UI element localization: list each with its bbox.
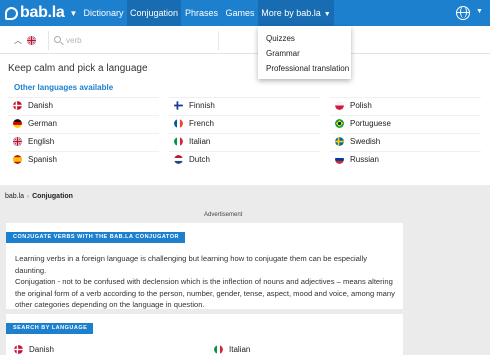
menu-item-quizzes[interactable]: Quizzes [258, 31, 351, 46]
chevron-up-icon: ︿ [14, 36, 22, 45]
description-line: Learning verbs in a foreign language is … [15, 254, 368, 275]
logo-text: bab.la [20, 4, 65, 21]
language-item-french[interactable]: French [169, 115, 320, 131]
language-label: English [28, 137, 55, 146]
nav-conjugation[interactable]: Conjugation [127, 0, 181, 26]
conjugator-info-card: CONJUGATE VERBS WITH THE BAB.LA CONJUGAT… [6, 223, 403, 309]
description-line: the original form of a verb according to… [15, 288, 395, 298]
spanish-flag-icon [13, 155, 22, 164]
language-item-dutch[interactable]: Dutch [169, 151, 320, 167]
description-line: other categories depending on the langua… [15, 300, 205, 309]
german-flag-icon [13, 119, 22, 128]
language-label: Finnish [189, 101, 215, 110]
search-bar: ︿ [0, 26, 490, 54]
russian-flag-icon [335, 155, 344, 164]
babla-logo[interactable]: bab.la ▼ [5, 4, 77, 22]
other-languages-heading: Other languages available [14, 83, 114, 92]
nav-phrases[interactable]: Phrases [181, 0, 222, 26]
nav-games[interactable]: Games [222, 0, 258, 26]
breadcrumb-home-link[interactable]: bab.la [5, 193, 24, 200]
italian-flag-icon [174, 137, 183, 146]
menu-item-grammar[interactable]: Grammar [258, 46, 351, 61]
language-item-portuguese[interactable]: Portuguese [330, 115, 481, 131]
language-item-danish[interactable]: Danish [14, 343, 54, 355]
language-item-english[interactable]: English [8, 133, 159, 149]
language-label: Portuguese [350, 119, 391, 128]
dutch-flag-icon [174, 155, 183, 164]
card-title: CONJUGATE VERBS WITH THE BAB.LA CONJUGAT… [6, 232, 185, 243]
brazilian-flag-icon [335, 119, 344, 128]
language-label: Dutch [189, 155, 210, 164]
language-item-russian[interactable]: Russian [330, 151, 481, 167]
language-item-finnish[interactable]: Finnish [169, 97, 320, 113]
language-item-german[interactable]: German [8, 115, 159, 131]
language-label: Italian [229, 344, 251, 354]
description-line: Conjugation - not to be confused with de… [15, 277, 393, 286]
globe-icon[interactable] [456, 6, 470, 20]
search-input[interactable] [66, 34, 206, 47]
language-item-italian[interactable]: Italian [214, 343, 250, 355]
language-item-danish[interactable]: Danish [8, 97, 159, 113]
language-picker-title: Keep calm and pick a language [8, 63, 148, 74]
uk-flag-icon [13, 137, 22, 146]
language-label: Spanish [28, 155, 57, 164]
language-toggle[interactable]: ︿ [14, 35, 42, 46]
danish-flag-icon [13, 101, 22, 110]
chevron-down-icon[interactable]: ▼ [476, 8, 483, 15]
french-flag-icon [174, 119, 183, 128]
polish-flag-icon [335, 101, 344, 110]
uk-flag-icon [27, 36, 36, 45]
language-item-spanish[interactable]: Spanish [8, 151, 159, 167]
advertisement-label: Advertisement [204, 212, 243, 218]
top-navigation-bar: bab.la ▼ Dictionary Conjugation Phrases … [0, 0, 490, 26]
language-panel: ︿ Keep calm and pick a language Other la… [0, 26, 490, 185]
language-label: French [189, 119, 214, 128]
card-title: SEARCH BY LANGUAGE [6, 323, 94, 334]
card-description: Learning verbs in a foreign language is … [15, 253, 395, 311]
language-label: Danish [28, 101, 53, 110]
nav-dictionary[interactable]: Dictionary [80, 0, 127, 26]
language-label: Danish [29, 344, 54, 354]
language-item-polish[interactable]: Polish [330, 97, 481, 113]
speech-bubble-logo-icon [5, 6, 18, 20]
chevron-down-icon: ▼ [323, 11, 331, 18]
search-icon [54, 36, 61, 43]
language-label: Russian [350, 155, 379, 164]
language-label: Swedish [350, 137, 381, 146]
menu-item-professional-translation[interactable]: Professional translation [258, 61, 351, 76]
more-dropdown-menu: Quizzes Grammar Professional translation [258, 26, 351, 79]
language-item-italian[interactable]: Italian [169, 133, 320, 149]
nav-more-label: More by bab.la [261, 8, 321, 18]
language-label: Italian [189, 137, 211, 146]
swedish-flag-icon [335, 137, 344, 146]
nav-more-by-babla[interactable]: More by bab.la ▼ [258, 0, 334, 26]
chevron-right-icon: › [27, 194, 30, 200]
search-by-language-card: SEARCH BY LANGUAGE Danish Italian [6, 314, 403, 355]
finnish-flag-icon [174, 101, 183, 110]
language-label: German [28, 119, 57, 128]
chevron-down-icon[interactable]: ▼ [69, 9, 77, 18]
language-item-swedish[interactable]: Swedish [330, 133, 481, 149]
language-label: Polish [350, 101, 372, 110]
italian-flag-icon [214, 344, 223, 354]
danish-flag-icon [14, 344, 23, 354]
breadcrumb-current: Conjugation [32, 193, 73, 200]
search-field [48, 31, 219, 50]
breadcrumb: bab.la › Conjugation [5, 193, 73, 200]
